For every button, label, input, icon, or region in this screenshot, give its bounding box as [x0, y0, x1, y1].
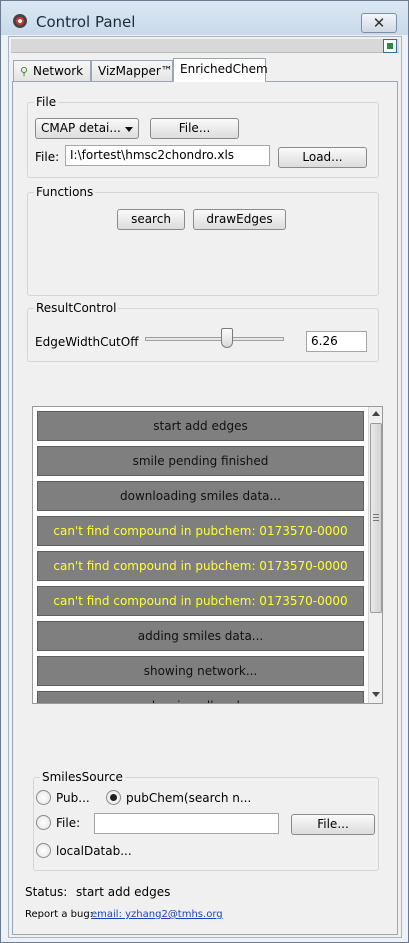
functions-group-title: Functions — [34, 185, 96, 199]
log-row: drawing all nodes — [37, 691, 364, 703]
tab-vizmapper[interactable]: VizMapper™ — [91, 60, 173, 82]
radio-local-database-label: localDatab... — [56, 844, 132, 858]
edge-width-slider-track[interactable] — [145, 337, 284, 341]
log-row: adding smiles data... — [37, 621, 364, 651]
tab-vizmapper-label: VizMapper™ — [98, 64, 173, 78]
radio-pub-label: Pub... — [56, 791, 90, 805]
scroll-thumb[interactable] — [370, 423, 382, 613]
smiles-source-title: SmilesSource — [40, 770, 125, 784]
close-button[interactable]: ✕ — [361, 13, 397, 33]
smiles-file-browse-button[interactable]: File... — [291, 814, 375, 835]
functions-group: Functions search drawEdges — [27, 185, 379, 296]
status-value: start add edges — [76, 885, 171, 899]
result-control-group: ResultControl EdgeWidthCutOff 6.26 — [27, 301, 379, 362]
cmap-type-select[interactable]: CMAP detai... — [35, 118, 139, 139]
tab-enrichedchem-label: EnrichedChem — [180, 62, 268, 76]
tab-network[interactable]: ⚲ Network — [13, 60, 91, 82]
log-row: showing network... — [37, 656, 364, 686]
file-browse-button[interactable]: File... — [150, 118, 239, 139]
search-button[interactable]: search — [117, 209, 185, 230]
log-row: can't find compound in pubchem: 0173570-… — [37, 586, 364, 616]
result-control-title: ResultControl — [34, 301, 119, 315]
content-area: ⚲ Network VizMapper™ EnrichedChem File CM… — [8, 36, 402, 938]
load-button[interactable]: Load... — [278, 147, 367, 168]
bug-report-text: Report a bug: — [25, 909, 94, 920]
edge-width-cutoff-label: EdgeWidthCutOff — [35, 335, 139, 349]
file-path-label: File: — [35, 150, 60, 164]
log-row: downloading smiles data... — [37, 481, 364, 511]
radio-pubchem[interactable] — [106, 790, 121, 805]
log-scrollbar[interactable] — [368, 407, 382, 703]
edge-width-value-field[interactable]: 6.26 — [306, 331, 367, 352]
smiles-source-group: SmilesSource Pub... pubChem(search n... … — [33, 770, 379, 871]
file-path-input[interactable]: I:\fortest\hmsc2chondro.xls — [65, 145, 270, 166]
bug-report-email-link[interactable]: email: yzhang2@tmhs.org — [91, 909, 223, 920]
smiles-file-input[interactable] — [94, 813, 279, 834]
title-bar: Control Panel ✕ — [1, 1, 408, 35]
file-group-title: File — [34, 95, 59, 109]
radio-pubchem-label: pubChem(search n... — [126, 791, 252, 805]
chevron-down-icon — [125, 127, 133, 132]
grip-icon — [373, 514, 379, 521]
network-icon: ⚲ — [20, 65, 29, 78]
float-panel-icon[interactable] — [383, 39, 397, 53]
cytoscape-icon — [13, 14, 27, 28]
radio-pub[interactable] — [36, 790, 51, 805]
log-row: can't find compound in pubchem: 0173570-… — [37, 551, 364, 581]
enrichedchem-panel: File CMAP detai... File... File: I:\fort… — [12, 81, 398, 935]
cmap-type-value: CMAP detai... — [41, 121, 121, 135]
status-label: Status: — [25, 885, 68, 899]
scroll-down-icon[interactable] — [372, 692, 380, 697]
log-row: start add edges — [37, 411, 364, 441]
edge-width-slider-thumb[interactable] — [221, 328, 234, 348]
radio-file-label: File: — [56, 816, 81, 830]
tab-network-label: Network — [33, 64, 84, 78]
radio-local-database[interactable] — [36, 843, 51, 858]
control-panel-window: Control Panel ✕ ⚲ Network VizMapper™ Enri… — [0, 0, 409, 943]
radio-file[interactable] — [36, 815, 51, 830]
draw-edges-button[interactable]: drawEdges — [193, 209, 286, 230]
window-title: Control Panel — [36, 13, 136, 31]
tab-enrichedchem[interactable]: EnrichedChem — [173, 58, 268, 82]
log-row: smile pending finished — [37, 446, 364, 476]
log-list[interactable]: start add edges smile pending finished dow… — [32, 406, 383, 704]
scroll-up-icon[interactable] — [372, 411, 380, 416]
file-group: File CMAP detai... File... File: I:\fort… — [27, 95, 379, 178]
panel-header-strip — [11, 39, 399, 53]
log-row: can't find compound in pubchem: 0173570-… — [37, 516, 364, 546]
